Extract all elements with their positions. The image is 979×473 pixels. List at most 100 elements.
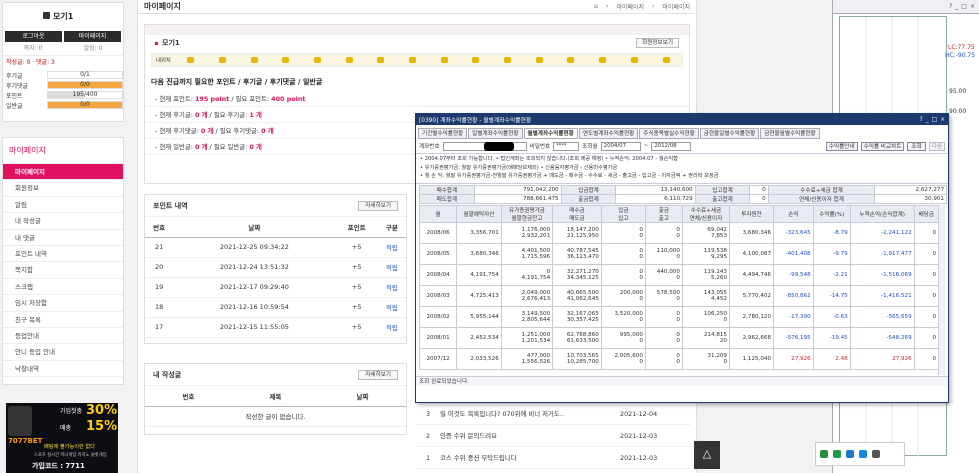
app-icon[interactable] (820, 450, 828, 458)
grid-cell: -1,917,477 (849, 243, 915, 265)
window-close-icon[interactable]: × (940, 117, 945, 123)
comment-title[interactable]: 인증 수위 문의드려요 (440, 431, 620, 440)
question-icon[interactable]: ? (949, 3, 952, 10)
grid-cell: 32,271,270 34,345,125 (552, 264, 602, 286)
minimize-icon[interactable]: _ (955, 3, 958, 10)
comment-title[interactable]: 코스 수위 중션 부탁드립니다 (440, 453, 620, 462)
side-menu-item[interactable]: 쪽지함 (3, 262, 123, 279)
account-input[interactable] (442, 141, 527, 151)
account-return-window[interactable]: [0390] 계좌수익률현황 - 월별계좌수익률현황 ? _ □ × 기간별수익률현황… (415, 113, 949, 403)
table-row[interactable]: 2007/12 2,033,526 477,000 1,556,526 10,703,5… (419, 348, 940, 370)
window-tab[interactable]: 금현물일별수익률현황 (699, 128, 760, 139)
list-item[interactable]: 3 릴 이것도 목록입니다? 070위에 비너 저거도.. 2021-12-04 (416, 403, 690, 425)
period-to-input[interactable]: 2012/08 (651, 141, 692, 151)
grid-cell: -0.63 (812, 306, 851, 328)
window-maximize-icon[interactable]: □ (932, 117, 937, 123)
summary-table: 매수합계 791,042,200 입금합계 13,140,600 입고합계 0 수수료+세금… (419, 185, 947, 204)
window-tab[interactable]: 일별계좌수익률현황 (468, 128, 523, 139)
grid-header: 누적손익(손익합계) (849, 205, 915, 223)
mypage-button[interactable]: 마이페이지 (64, 31, 121, 42)
window-minimize-icon[interactable]: _ (926, 117, 929, 123)
comment-no: 1 (425, 453, 431, 462)
window-tab[interactable]: 주식종목별실수익현황 (639, 128, 699, 139)
password-input[interactable]: **** (553, 141, 580, 151)
grid-cell: 3,680,346 (456, 243, 502, 265)
level-badge-icon (535, 57, 543, 63)
grid-header: 수익률(%) (812, 205, 851, 223)
chart-hc: HC:-90.75 (945, 52, 976, 59)
side-menu-item[interactable]: 알림 (3, 197, 123, 214)
breadcrumb-item[interactable]: 마이페이지 (662, 2, 690, 11)
logout-button[interactable]: 로그아웃 (5, 31, 62, 42)
table-row[interactable]: 2008/05 3,680,346 4,401,500 1,715,596 40,787… (419, 243, 940, 265)
maximize-icon[interactable]: □ (961, 3, 967, 10)
table-row[interactable]: 2008/06 3,356,701 1,176,000 2,932,201 18,147… (419, 222, 940, 244)
grid-cell: -2,241,122 (849, 222, 915, 244)
side-menu-item[interactable]: 내 댓글 (3, 230, 123, 246)
window-tab[interactable]: 월별계좌수익률현황 (523, 128, 578, 139)
side-menu-item[interactable]: 회원정보 (3, 180, 123, 197)
table-scrollbar[interactable] (938, 205, 945, 375)
summary-value: 788,661,475 (473, 194, 562, 204)
app-icon[interactable] (833, 450, 841, 458)
grid-cell-text: 0 (676, 233, 680, 239)
list-item[interactable]: 2 인증 수위 문의드려요 2021-12-03 (416, 425, 690, 447)
points-header: 번호 (145, 217, 174, 238)
points-header: 포인트 (335, 217, 378, 238)
comments-list: 3 릴 이것도 목록입니다? 070위에 비너 저거도.. 2021-12-04 2 인… (416, 403, 690, 473)
menu-card: 마이페이지 마이페이지 회원정보 알림 내 작성글 내 댓글 포인트 내역 쪽지함 스크랩 임시… (2, 137, 124, 385)
side-menu-item[interactable]: 친구 목록 (3, 312, 123, 328)
side-menu-item[interactable]: 내 작성글 (3, 213, 123, 230)
grid-header: 출금 출고 (644, 205, 683, 223)
query-button[interactable]: 조회 (907, 141, 926, 151)
summary-row: 매수합계 791,042,200 입금합계 13,140,600 입고합계 0 수수료+세금… (419, 185, 947, 195)
window-tab[interactable]: 금현물월별수익률현황 (760, 128, 820, 139)
window-help-icon[interactable]: ? (920, 117, 923, 123)
breadcrumb-item[interactable]: 마이페이지 (616, 2, 644, 11)
table-row[interactable]: 2008/02 5,955,144 3,149,500 2,805,644 32,167… (419, 306, 940, 328)
home-icon[interactable]: ⌂ (594, 3, 598, 10)
table-row[interactable]: 2008/01 2,452,534 1,251,000 1,201,534 62,768… (419, 327, 940, 349)
grid-cell: 4,191,754 (456, 264, 502, 286)
side-menu-item[interactable]: 임시 저장함 (3, 295, 123, 312)
side-menu-item[interactable]: 포인트 내역 (3, 246, 123, 263)
grid-cell-text: 0 (676, 254, 680, 260)
return-guide-button[interactable]: 수익률안내 (825, 141, 858, 151)
posts-more-button[interactable]: 자세히보기 (358, 369, 398, 380)
req-label: / 필요 후기댓글: (213, 127, 262, 135)
alarm-count[interactable]: 알림: 0 (63, 42, 123, 55)
window-tab[interactable]: 기간별수익률현황 (418, 128, 468, 139)
next-button[interactable]: 다음 (928, 141, 945, 151)
side-menu-item[interactable]: 마이페이지 (3, 164, 123, 181)
app-icon[interactable] (859, 450, 867, 458)
comment-title[interactable]: 릴 이것도 목록입니다? 070위에 비너 저거도.. (440, 409, 620, 418)
compare-chart-button[interactable]: 수익률 비교차트 (860, 141, 905, 151)
member-info-button[interactable]: 회원정보보기 (636, 38, 679, 48)
ad-banner[interactable]: 가입첫충 30% 7077BET 매충 15% 배팅에 불가능이란 없다 스포츠… (6, 403, 118, 473)
grid-cell-text: 0 (932, 293, 936, 299)
grid-cell-text: -1,516,069 (881, 272, 912, 278)
grid-header: 투자원잔 (728, 205, 775, 223)
scroll-top-button[interactable]: △ (694, 441, 720, 469)
window-tab[interactable]: 연도별계좌수익률현황 (578, 128, 639, 139)
close-icon[interactable]: × (970, 3, 975, 10)
point-amount: +5 (335, 237, 378, 258)
table-row[interactable]: 2008/03 4,725,413 2,049,000 2,676,413 40,665… (419, 285, 940, 307)
grid-cell-text: 0 (639, 254, 643, 260)
side-menu-item[interactable]: 낙찰내역 (3, 361, 123, 378)
window-titlebar[interactable]: [0390] 계좌수익률현황 - 월별계좌수익률현황 ? _ □ × (416, 114, 948, 125)
stat-bar: 0/0 (47, 81, 123, 89)
period-from-input[interactable]: 2004/07 (600, 141, 641, 151)
side-menu-item[interactable]: 등업안내 (3, 328, 123, 345)
note-count[interactable]: 쪽지: 0 (3, 42, 63, 55)
app-icon[interactable] (872, 450, 880, 458)
level-badge-icon (377, 57, 385, 63)
table-row[interactable]: 2008/04 4,191,754 0 4,191,754 32,271,270 34,3… (419, 264, 940, 286)
list-item[interactable]: 1 코스 수위 중션 부탁드립니다 2021-12-03 (416, 447, 690, 469)
side-menu-item[interactable]: 안니 등업 안내 (3, 344, 123, 361)
points-more-button[interactable]: 자세히보기 (358, 200, 398, 211)
app-icon[interactable] (846, 450, 854, 458)
level-badge-icon (282, 57, 290, 63)
side-menu-item[interactable]: 스크랩 (3, 279, 123, 296)
summary-label: 연체/신용이자 합계 (767, 194, 876, 204)
